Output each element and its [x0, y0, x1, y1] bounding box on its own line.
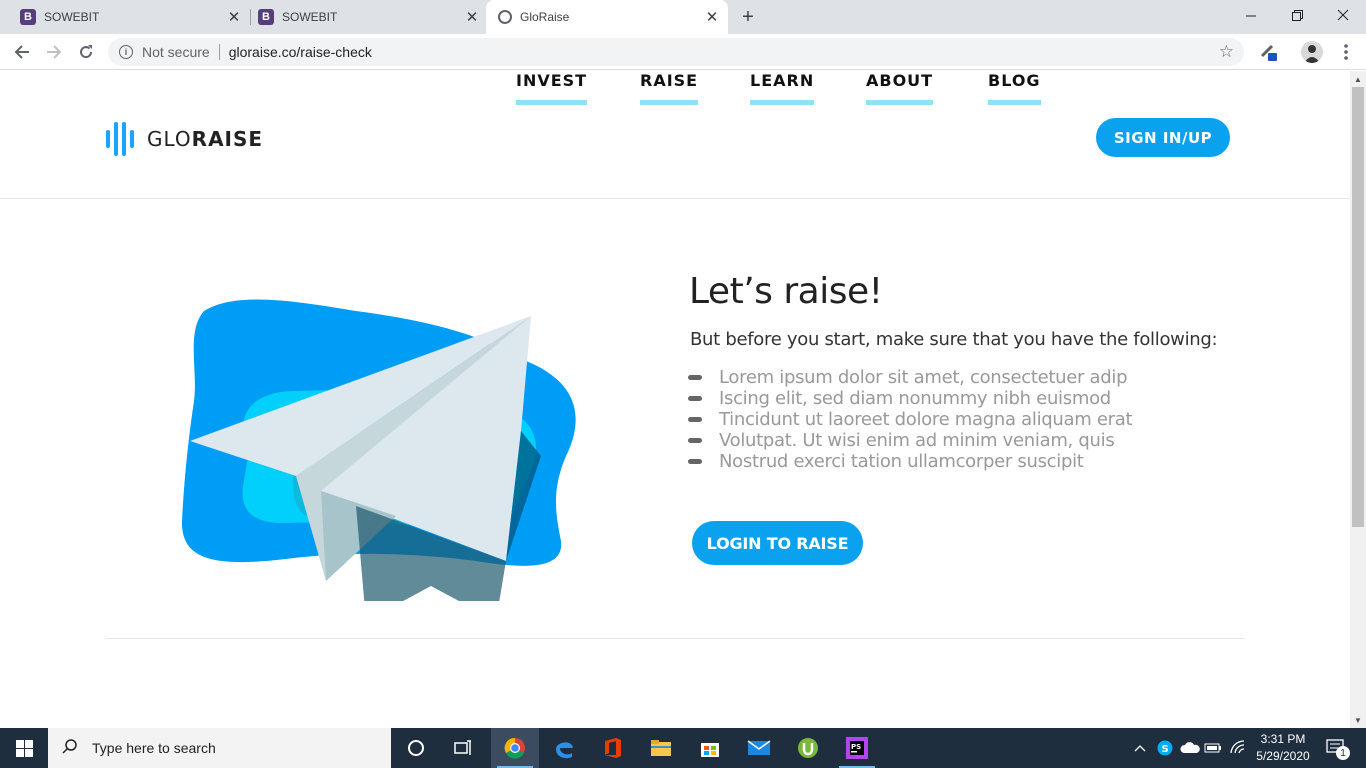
mail-icon[interactable] [735, 728, 783, 768]
new-tab-button[interactable]: + [736, 5, 760, 29]
list-item: Tincidunt ut laoreet dolore magna aliqua… [688, 409, 1133, 430]
globe-icon [498, 10, 512, 24]
battery-icon[interactable] [1203, 728, 1223, 768]
clock-date: 5/29/2020 [1256, 749, 1310, 763]
section-divider [105, 638, 1245, 639]
windows-taskbar: Type here to search PS S 3:31 PM 5/29/20… [0, 728, 1366, 768]
browser-tab-strip: B SOWEBIT ✕ B SOWEBIT ✕ GloRaise ✕ + [0, 0, 1366, 34]
tab-title: SOWEBIT [44, 10, 100, 24]
action-center-icon[interactable]: 1 [1320, 728, 1352, 768]
profile-avatar[interactable] [1301, 41, 1323, 63]
edge-icon[interactable] [540, 728, 588, 768]
list-item: Nostrud exerci tation ullamcorper suscip… [688, 451, 1132, 472]
store-icon[interactable] [686, 728, 734, 768]
search-icon [62, 738, 80, 758]
file-explorer-icon[interactable] [637, 728, 685, 768]
bootstrap-favicon-icon: B [258, 9, 274, 25]
info-icon[interactable]: i [119, 45, 133, 59]
nav-raise[interactable]: RAISE [640, 71, 699, 105]
windows-start-icon[interactable] [0, 728, 48, 768]
url-text[interactable]: gloraise.co/raise-check [229, 44, 372, 60]
tab-close-icon[interactable]: ✕ [702, 7, 722, 27]
back-arrow-icon[interactable] [10, 40, 34, 64]
restore-icon[interactable] [1274, 0, 1320, 30]
nav-invest[interactable]: INVEST [516, 71, 588, 105]
sound-bars-icon [106, 122, 134, 156]
site-header: GLORAISE INVEST RAISE LEARN ABOUT BLOG S… [0, 71, 1350, 199]
taskbar-search-box[interactable]: Type here to search [48, 728, 391, 768]
list-item-text: Tincidunt ut laoreet dolore magna aliqua… [719, 409, 1133, 430]
security-status: Not secure [142, 44, 210, 60]
bootstrap-favicon-icon: B [20, 9, 36, 25]
dash-bullet-icon [688, 417, 702, 422]
browser-tab-gloraise[interactable]: GloRaise ✕ [486, 0, 728, 34]
nav-learn[interactable]: LEARN [750, 71, 815, 105]
login-to-raise-button[interactable]: LOGIN TO RAISE [692, 521, 863, 565]
utorrent-icon[interactable] [784, 728, 832, 768]
chrome-menu-icon[interactable] [1336, 42, 1356, 62]
nav-blog[interactable]: BLOG [988, 71, 1041, 105]
requirements-list: Lorem ipsum dolor sit amet, consectetuer… [688, 367, 1133, 472]
show-hidden-icons-chevron-icon[interactable] [1130, 728, 1150, 768]
hero-headline: Let’s raise! [689, 271, 883, 312]
bookmark-star-icon[interactable]: ☆ [1219, 42, 1234, 62]
onedrive-icon[interactable] [1179, 728, 1201, 768]
list-item-text: Volutpat. Ut wisi enim ad minim veniam, … [719, 430, 1115, 451]
taskbar-clock[interactable]: 3:31 PM 5/29/2020 [1250, 731, 1316, 765]
task-view-icon[interactable] [440, 728, 488, 768]
address-bar[interactable]: i Not secure gloraise.co/raise-check ☆ [108, 38, 1244, 66]
wifi-icon[interactable] [1227, 728, 1249, 768]
page-scrollbar[interactable]: ▲ ▼ [1350, 71, 1366, 728]
list-item: Iscing elit, sed diam nonummy nibh euism… [688, 388, 1132, 409]
list-item-text: Nostrud exerci tation ullamcorper suscip… [719, 451, 1084, 472]
clock-time: 3:31 PM [1260, 732, 1306, 746]
list-item: Volutpat. Ut wisi enim ad minim veniam, … [688, 430, 1132, 451]
hero-intro: But before you start, make sure that you… [690, 329, 1218, 350]
forward-arrow-icon[interactable] [42, 40, 66, 64]
tab-title: GloRaise [520, 10, 570, 24]
scrollbar-thumb[interactable] [1352, 87, 1364, 527]
sign-in-up-button[interactable]: SIGN IN/UP [1096, 118, 1230, 157]
notification-count-badge: 1 [1336, 746, 1350, 760]
scroll-down-icon[interactable]: ▼ [1350, 712, 1366, 728]
logo-wordmark: GLORAISE [147, 127, 263, 151]
window-close-icon[interactable] [1320, 0, 1366, 30]
search-placeholder: Type here to search [92, 740, 216, 756]
extension-icon[interactable] [1258, 42, 1278, 62]
web-page: GLORAISE INVEST RAISE LEARN ABOUT BLOG S… [0, 71, 1350, 728]
nav-about[interactable]: ABOUT [866, 71, 934, 105]
logo-text-light: GLO [147, 127, 192, 151]
list-item: Lorem ipsum dolor sit amet, consectetuer… [688, 367, 1132, 388]
list-item-text: Iscing elit, sed diam nonummy nibh euism… [719, 388, 1111, 409]
browser-toolbar: i Not secure gloraise.co/raise-check ☆ [0, 34, 1366, 70]
list-item-text: Lorem ipsum dolor sit amet, consectetuer… [719, 367, 1128, 388]
dash-bullet-icon [688, 396, 702, 401]
chrome-icon[interactable] [491, 728, 539, 768]
svg-text:S: S [1162, 744, 1169, 755]
paper-plane-illustration [181, 299, 576, 601]
dash-bullet-icon [688, 459, 702, 464]
svg-text:PS: PS [851, 743, 861, 751]
tab-title: SOWEBIT [282, 10, 338, 24]
reload-icon[interactable] [74, 40, 98, 64]
omnibox-divider [218, 44, 220, 60]
browser-tab-sowebit-2[interactable]: B SOWEBIT ✕ [238, 0, 488, 34]
office-icon[interactable] [589, 728, 637, 768]
logo-text-bold: RAISE [191, 127, 264, 151]
minimize-icon[interactable] [1228, 0, 1274, 30]
dash-bullet-icon [688, 438, 702, 443]
dash-bullet-icon [688, 375, 702, 380]
phpstorm-icon[interactable]: PS [833, 728, 881, 768]
cortana-icon[interactable] [392, 728, 440, 768]
tab-close-icon[interactable]: ✕ [462, 7, 482, 27]
skype-icon[interactable]: S [1155, 728, 1175, 768]
scroll-up-icon[interactable]: ▲ [1350, 71, 1366, 87]
gloraise-logo[interactable]: GLORAISE [106, 121, 263, 157]
browser-tab-sowebit-1[interactable]: B SOWEBIT ✕ [0, 0, 250, 34]
